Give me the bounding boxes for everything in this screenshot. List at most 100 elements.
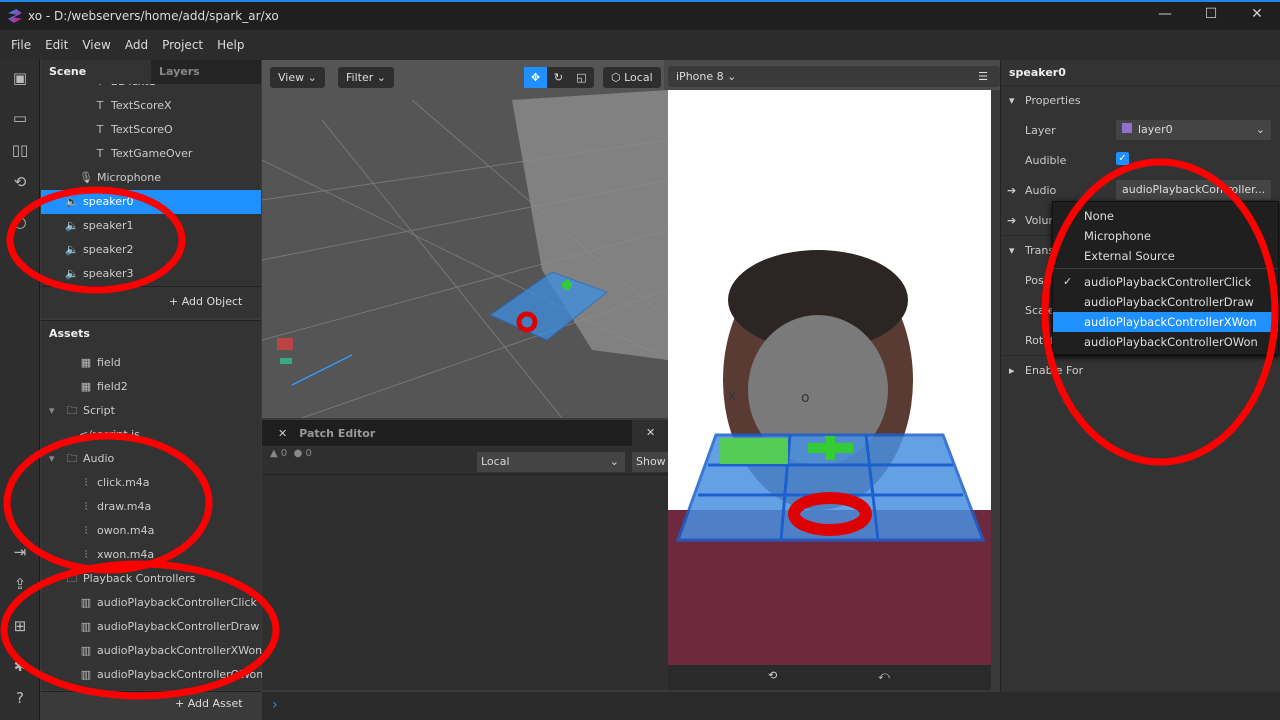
collapse-icon[interactable]: ▸: [1009, 364, 1015, 377]
filter-dropdown[interactable]: Filter ⌄: [338, 67, 394, 88]
tree-item[interactable]: 🔈 speaker1: [41, 214, 261, 238]
dropdown-option[interactable]: audioPlaybackControllerDraw: [1053, 292, 1278, 312]
camera-icon[interactable]: ▭: [10, 108, 30, 128]
preview-toolbar: ⟲ ⤺: [668, 665, 991, 690]
pause-icon[interactable]: ▯▯: [10, 140, 30, 160]
scope-dropdown[interactable]: Local ⌄: [477, 452, 625, 472]
bug-icon[interactable]: ✱: [10, 656, 30, 676]
tree-item[interactable]: ▾ 🗀 Script: [41, 399, 261, 423]
folder-icon: 🗀: [66, 404, 78, 417]
layer-color-swatch: [1122, 123, 1132, 133]
search-icon[interactable]: ○: [10, 212, 30, 232]
svg-text:o: o: [801, 390, 810, 406]
menu-project[interactable]: Project: [155, 38, 210, 52]
tree-item[interactable]: ▥ audioPlaybackControllerDraw: [41, 615, 261, 639]
tree-item[interactable]: 🎙 Microphone: [41, 166, 261, 190]
tree-item[interactable]: T TextGameOver: [41, 142, 261, 166]
refresh-icon[interactable]: ⟲: [10, 172, 30, 192]
close-button[interactable]: ✕: [1242, 6, 1272, 22]
menu-help[interactable]: Help: [210, 38, 251, 52]
scale-tool-icon[interactable]: ◱: [570, 67, 593, 88]
layer-dropdown[interactable]: layer0 ⌄: [1116, 120, 1271, 140]
add-asset-button[interactable]: + Add Asset: [175, 697, 243, 710]
scope-label: Local: [481, 455, 510, 468]
tree-item[interactable]: ⫶ click.m4a: [41, 471, 261, 495]
tree-item[interactable]: 🔈 speaker0: [41, 190, 261, 214]
patch-editor-panel: ✕ Patch Editor ✕ ▲ 0 ● 0 Local⌄ Show A: [262, 420, 668, 690]
close-patch-icon[interactable]: ✕: [278, 427, 287, 440]
flip-camera-icon[interactable]: ⟲: [768, 669, 777, 682]
expand-icon[interactable]: ▾: [1009, 94, 1015, 107]
expand-arrow-icon[interactable]: ▾: [49, 447, 55, 471]
tree-item[interactable]: ⫶ draw.m4a: [41, 495, 261, 519]
tree-item[interactable]: ▥ audioPlaybackControllerClick: [41, 591, 261, 615]
text-icon: T: [96, 147, 104, 160]
tree-item[interactable]: ▾ 🗀 Audio: [41, 447, 261, 471]
properties-header[interactable]: Properties: [1025, 94, 1081, 107]
tab-patch-editor[interactable]: Patch Editor: [299, 427, 375, 440]
tree-item[interactable]: T TextScoreO: [41, 118, 261, 142]
dropdown-option[interactable]: audioPlaybackControllerClick: [1053, 272, 1278, 292]
close-tab-icon[interactable]: ✕: [632, 420, 668, 446]
tree-item[interactable]: T TextScoreX: [41, 94, 261, 118]
dropdown-option[interactable]: audioPlaybackControllerXWon: [1053, 312, 1278, 332]
restart-icon[interactable]: ⤺: [878, 669, 890, 683]
send-to-device-icon[interactable]: ⇥: [10, 542, 30, 562]
tree-item[interactable]: ▥ audioPlaybackControllerOWon: [41, 663, 263, 687]
speaker-icon: 🔈: [65, 219, 79, 232]
menu-file[interactable]: File: [4, 38, 38, 52]
preview-image: xo: [668, 250, 991, 665]
tree-item[interactable]: 🗀 Playback Controllers: [41, 567, 261, 591]
menu-add[interactable]: Add: [118, 38, 155, 52]
add-folder-icon[interactable]: ⊞: [10, 616, 30, 636]
dropdown-option[interactable]: audioPlaybackControllerOWon: [1053, 332, 1278, 352]
dropdown-option[interactable]: External Source: [1053, 246, 1278, 266]
audio-label: Audio: [1025, 184, 1057, 197]
tree-item[interactable]: ▦ field2: [41, 375, 261, 399]
console-chevron-icon[interactable]: ›: [272, 697, 278, 713]
tree-item[interactable]: ⫶ xwon.m4a: [41, 543, 261, 567]
move-tool-icon[interactable]: ✥: [524, 67, 547, 88]
tree-item-label: Audio: [83, 452, 115, 465]
connect-volume-icon[interactable]: ➔: [1007, 214, 1016, 227]
device-bar: iPhone 8 ⌄ ☰: [664, 60, 1000, 90]
tree-item[interactable]: 🔈 speaker3: [41, 262, 261, 286]
menu-edit[interactable]: Edit: [38, 38, 75, 52]
tree-item[interactable]: </>script.js: [41, 423, 261, 447]
tree-item[interactable]: ⫶ owon.m4a: [41, 519, 261, 543]
connect-audio-icon[interactable]: ➔: [1007, 184, 1016, 197]
menu-view[interactable]: View: [75, 38, 117, 52]
help-icon[interactable]: ?: [10, 688, 30, 708]
text-icon: T: [96, 99, 104, 112]
maximize-button[interactable]: ☐: [1196, 6, 1226, 22]
expand-transform-icon[interactable]: ▾: [1009, 244, 1015, 257]
audible-checkbox[interactable]: ✓: [1116, 152, 1129, 165]
layout-icon[interactable]: ▣: [10, 68, 30, 88]
space-toggle[interactable]: ⬡ Local: [603, 67, 661, 88]
enable-for-header[interactable]: Enable For: [1025, 364, 1083, 377]
device-dropdown[interactable]: iPhone 8 ⌄ ☰: [668, 66, 1000, 87]
menu-icon[interactable]: ☰: [978, 66, 988, 87]
tree-item[interactable]: ▦ field: [41, 351, 261, 375]
dropdown-option[interactable]: None: [1053, 206, 1278, 226]
tree-item[interactable]: 🔈 speaker2: [41, 238, 261, 262]
speaker-icon: 🔈: [65, 195, 79, 208]
playback-icon: ▥: [80, 668, 92, 681]
audio-icon: ⫶: [84, 524, 88, 537]
audio-dropdown[interactable]: audioPlaybackController...⌄: [1116, 180, 1271, 216]
tree-item[interactable]: T 2DText1: [41, 84, 261, 94]
show-dropdown[interactable]: Show A: [632, 452, 668, 472]
tab-layers[interactable]: Layers: [151, 60, 261, 84]
texture-icon: ▦: [80, 356, 92, 369]
expand-arrow-icon[interactable]: ▾: [49, 399, 55, 423]
rotate-tool-icon[interactable]: ↻: [547, 67, 570, 88]
minimize-button[interactable]: —: [1150, 6, 1180, 22]
tree-item[interactable]: ▥ audioPlaybackControllerXWon: [41, 639, 262, 663]
upload-icon[interactable]: ⇪: [10, 574, 30, 594]
add-object-button[interactable]: + Add Object: [169, 295, 242, 308]
view-dropdown[interactable]: View ⌄: [270, 67, 325, 88]
tab-scene[interactable]: Scene: [41, 60, 151, 84]
dropdown-option[interactable]: Microphone: [1053, 226, 1278, 246]
tool-strip: ▣ ▭ ▯▯ ⟲ ○ ⇥ ⇪ ⊞ ✱ ?: [0, 60, 40, 720]
viewport[interactable]: View ⌄ Filter ⌄ ✥ ↻ ◱ ⬡ Local: [262, 60, 668, 418]
